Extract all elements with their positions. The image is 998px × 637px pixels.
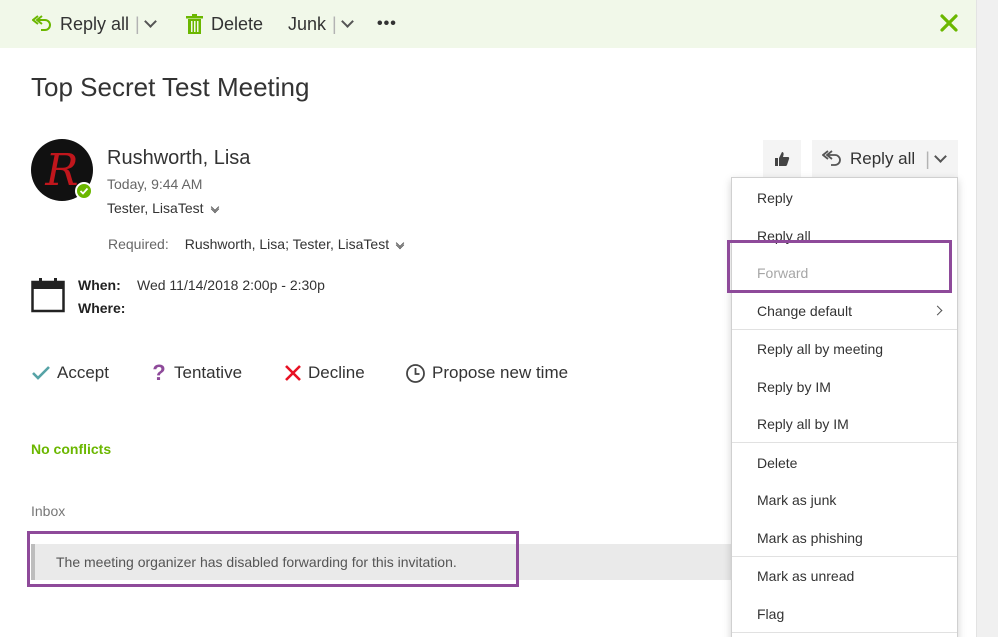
menu-item-label: Mark as junk [757, 491, 837, 508]
menu-item-label: Delete [757, 454, 798, 471]
chevron-down-icon[interactable] [143, 15, 157, 28]
expand-recipients-icon[interactable] [210, 202, 219, 214]
question-icon: ? [152, 360, 166, 385]
header-separator: | [925, 148, 930, 169]
menu-separator [732, 442, 957, 443]
propose-label: Propose new time [432, 363, 569, 382]
required-attendees: Required: Rushworth, Lisa; Tester, LisaT… [108, 236, 405, 252]
menu-item-mark-as-unread[interactable]: Mark as unread [732, 557, 957, 594]
clock-icon [406, 363, 425, 383]
presence-available-icon [75, 182, 93, 200]
menu-item-change-default[interactable]: Change default [732, 292, 957, 329]
vertical-scrollbar[interactable] [976, 0, 998, 637]
menu-item-label: Reply all by IM [757, 415, 849, 432]
where-label: Where: [78, 300, 126, 316]
tentative-button[interactable]: ? Tentative [150, 360, 242, 386]
menu-item-mark-as-junk[interactable]: Mark as junk [732, 481, 957, 518]
accept-label: Accept [57, 363, 109, 382]
header-reply-all-button[interactable]: Reply all | [812, 140, 958, 178]
x-icon [285, 365, 301, 381]
calendar-icon [31, 278, 65, 313]
menu-item-label: Mark as phishing [757, 529, 863, 546]
menu-item-mark-as-phishing[interactable]: Mark as phishing [732, 519, 957, 556]
avatar[interactable]: R [31, 139, 93, 201]
toolbar-separator: | [332, 13, 337, 34]
toolbar-delete-label: Delete [211, 13, 264, 34]
folder-label[interactable]: Inbox [31, 503, 65, 519]
sender-name[interactable]: Rushworth, Lisa [107, 147, 250, 170]
expand-attendees-icon[interactable] [395, 238, 405, 250]
reply-all-icon [822, 150, 841, 166]
thumbs-up-icon [775, 152, 790, 166]
chevron-right-icon [932, 305, 943, 316]
menu-item-delete[interactable]: Delete [732, 444, 957, 481]
to-recipients[interactable]: Tester, LisaTest [107, 200, 204, 216]
recipients-line: Tester, LisaTest [107, 200, 219, 216]
required-label: Required: [108, 236, 169, 252]
checkmark-icon [32, 366, 50, 380]
menu-item-reply-all-by-meeting[interactable]: Reply all by meeting [732, 330, 957, 367]
menu-item-label: Flag [757, 605, 785, 622]
close-icon[interactable] [938, 12, 960, 34]
toolbar-separator: | [135, 13, 140, 34]
no-conflicts-status: No conflicts [31, 441, 112, 457]
toolbar-reply-all-button[interactable]: Reply all | [32, 0, 157, 48]
chevron-down-icon[interactable] [340, 15, 354, 28]
highlight-box [727, 240, 952, 293]
menu-item-label: Reply by IM [757, 378, 831, 395]
when-value: Wed 11/14/2018 2:00p - 2:30p [137, 277, 325, 293]
menu-item-label: Reply [757, 189, 793, 206]
toolbar-reply-all-label: Reply all [60, 13, 130, 34]
chevron-down-icon[interactable] [934, 150, 947, 163]
sent-time: Today, 9:44 AM [107, 176, 203, 192]
menu-item-reply-by-im[interactable]: Reply by IM [732, 368, 957, 405]
message-subject: Top Secret Test Meeting [31, 72, 310, 102]
accept-button[interactable]: Accept [31, 360, 109, 386]
menu-separator [732, 632, 957, 633]
menu-item-label: Change default [757, 302, 852, 319]
toolbar-delete-button[interactable]: Delete [186, 0, 263, 48]
menu-item-flag[interactable]: Flag [732, 595, 957, 632]
header-reply-all-label: Reply all [850, 149, 916, 168]
tentative-label: Tentative [174, 363, 243, 382]
more-icon: ••• [377, 15, 397, 32]
menu-item-label: Reply all by meeting [757, 340, 884, 357]
menu-item-reply[interactable]: Reply [732, 179, 957, 216]
menu-item-reply-all-by-im[interactable]: Reply all by IM [732, 405, 957, 442]
toolbar-junk-button[interactable]: Junk | [288, 0, 354, 48]
toolbar-more-button[interactable]: ••• [377, 0, 397, 48]
when-label: When: [78, 277, 121, 293]
like-button[interactable] [763, 140, 801, 178]
decline-button[interactable]: Decline [284, 360, 365, 386]
reply-all-icon [32, 15, 51, 31]
required-value[interactable]: Rushworth, Lisa; Tester, LisaTest [185, 236, 389, 252]
toolbar-junk-label: Junk [288, 13, 327, 34]
menu-item-label: Mark as unread [757, 567, 855, 584]
propose-new-time-button[interactable]: Propose new time [405, 360, 568, 386]
highlight-box [27, 531, 519, 587]
command-toolbar: Reply all | Delete Junk | ••• [0, 0, 976, 48]
trash-icon [186, 14, 203, 34]
decline-label: Decline [308, 363, 365, 382]
